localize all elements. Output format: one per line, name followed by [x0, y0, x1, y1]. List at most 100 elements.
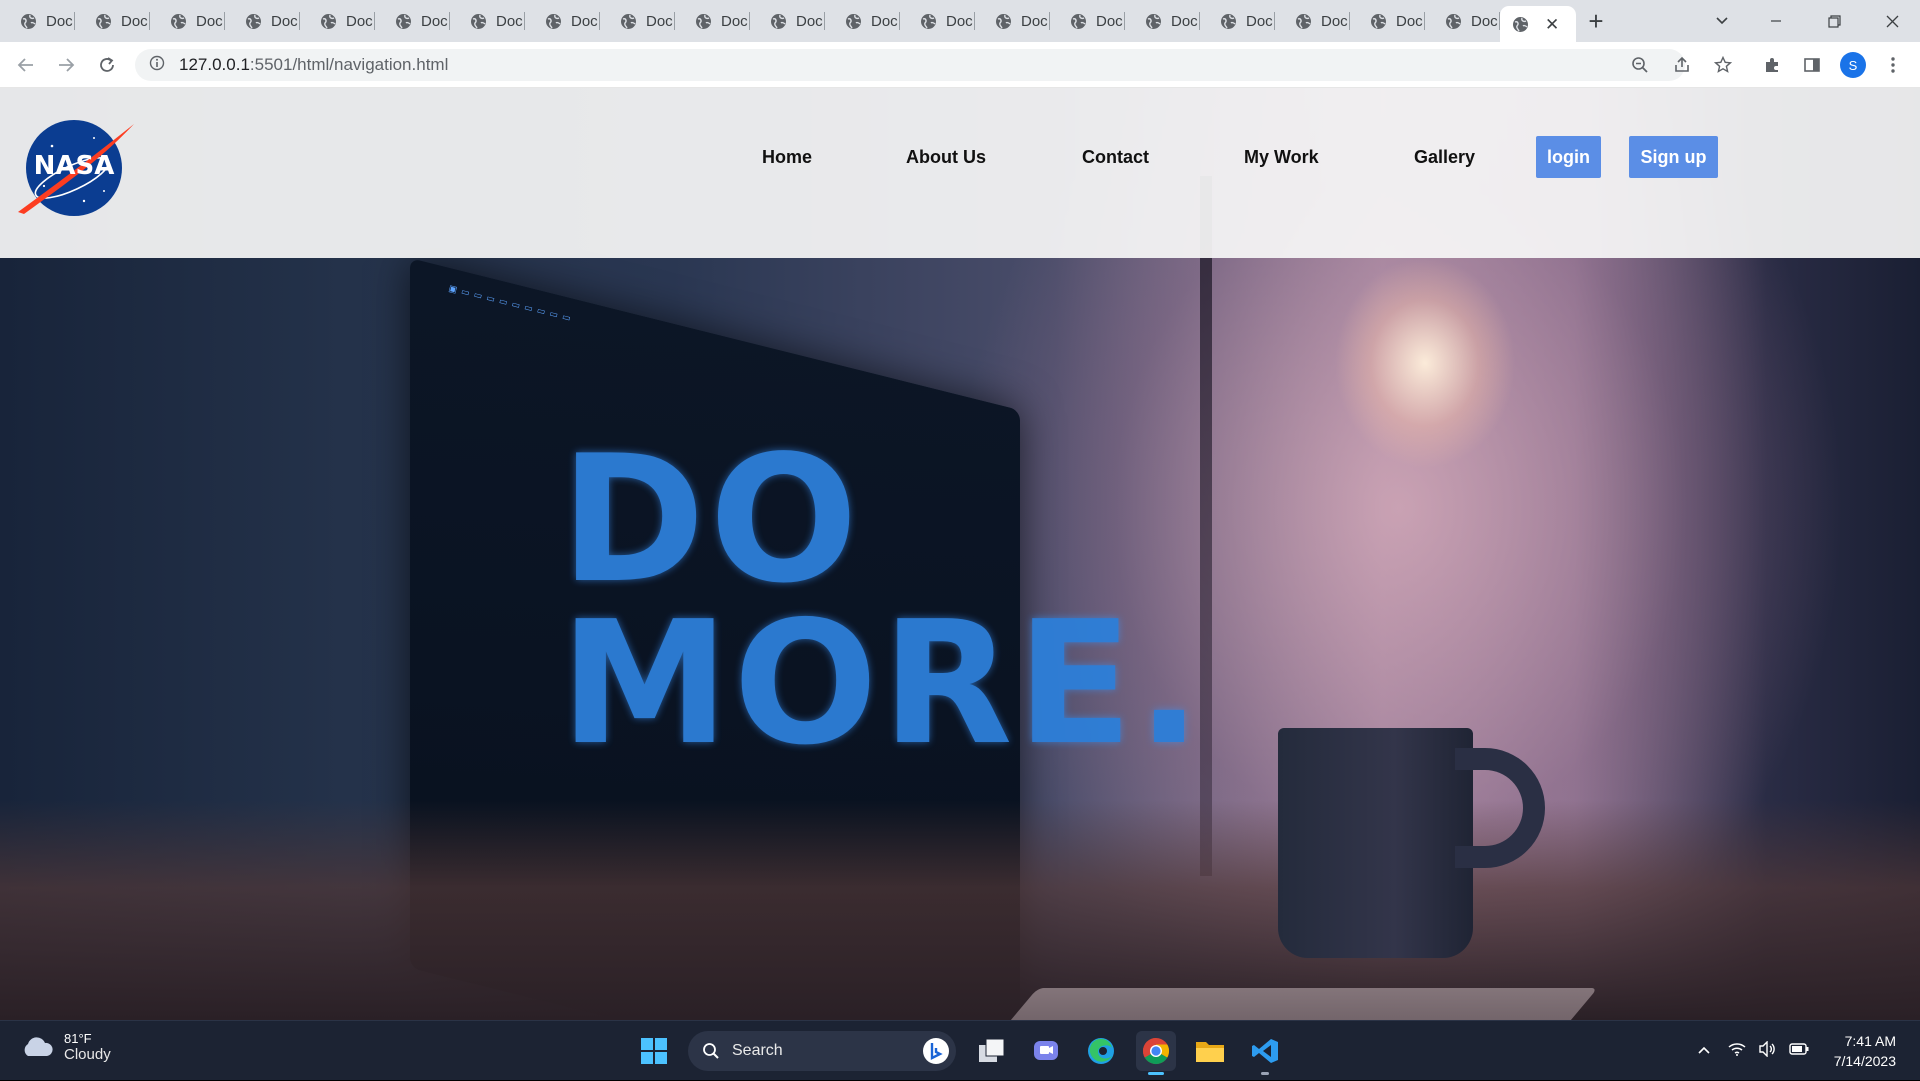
task-view-icon — [979, 1038, 1005, 1062]
taskbar-search[interactable]: Search — [688, 1031, 956, 1071]
logo-text: NASA — [34, 151, 115, 181]
site-header: NASA Home About Us Contact My Work Galle… — [0, 88, 1920, 258]
browser-tab[interactable]: Doc — [375, 0, 450, 42]
file-explorer-button[interactable] — [1190, 1031, 1230, 1071]
menu-icon[interactable] — [1873, 42, 1913, 88]
hero-desk — [0, 800, 1920, 1020]
teams-icon — [1034, 1041, 1058, 1060]
tab-search-icon[interactable] — [1702, 0, 1742, 42]
weather-widget[interactable]: 81°F Cloudy — [20, 1031, 111, 1063]
site-info-icon[interactable] — [135, 55, 179, 76]
weather-desc: Cloudy — [64, 1046, 111, 1063]
globe-icon — [1513, 16, 1528, 32]
back-button[interactable] — [6, 42, 46, 88]
zoom-icon[interactable] — [1620, 42, 1660, 88]
bookmark-star-icon[interactable] — [1703, 42, 1743, 88]
vscode-icon — [1252, 1039, 1278, 1063]
nav-link-about[interactable]: About Us — [906, 136, 986, 178]
restore-button[interactable] — [1810, 0, 1858, 42]
tab-title: Doc — [1471, 12, 1498, 30]
browser-tab-active[interactable]: ✕ — [1500, 6, 1576, 42]
nav-link-my-work[interactable]: My Work — [1244, 136, 1319, 178]
system-clock[interactable]: 7:41 AM 7/14/2023 — [1834, 1031, 1896, 1071]
browser-tab[interactable]: Doc — [525, 0, 600, 42]
url-path: :5501/html/navigation.html — [249, 55, 449, 74]
tab-title: Doc — [1171, 12, 1198, 30]
browser-tab[interactable]: Doc — [450, 0, 525, 42]
globe-icon — [471, 13, 486, 29]
address-toolbar: 127.0.0.1:5501/html/navigation.html S — [0, 42, 1920, 88]
nasa-logo[interactable]: NASA — [14, 116, 136, 219]
clock-date: 7/14/2023 — [1833, 1053, 1896, 1069]
browser-tab[interactable]: Doc — [225, 0, 300, 42]
profile-avatar[interactable]: S — [1833, 42, 1873, 88]
globe-icon — [96, 13, 111, 29]
globe-icon — [1371, 13, 1386, 29]
nav-link-contact[interactable]: Contact — [1082, 136, 1149, 178]
nav-link-gallery[interactable]: Gallery — [1414, 136, 1475, 178]
share-icon[interactable] — [1662, 42, 1702, 88]
forward-button[interactable] — [46, 42, 86, 88]
browser-tab[interactable]: Doc — [1350, 0, 1425, 42]
globe-icon — [1221, 13, 1236, 29]
show-hidden-icons-chevron-icon[interactable] — [1686, 1042, 1722, 1060]
battery-icon[interactable] — [1782, 1042, 1816, 1060]
volume-icon[interactable] — [1752, 1039, 1782, 1062]
browser-tab[interactable]: Doc — [300, 0, 375, 42]
side-panel-icon[interactable] — [1792, 42, 1832, 88]
tab-title: Doc — [571, 12, 598, 30]
tab-list: Doc Doc Doc Doc Doc Doc Doc Doc Doc Doc Doc Doc Doc D… — [0, 0, 1576, 42]
hero-mug — [1278, 728, 1473, 958]
hero-laptop-keyboard — [962, 988, 1598, 1020]
reload-button[interactable] — [87, 42, 127, 88]
minimize-button[interactable] — [1752, 0, 1800, 42]
start-button[interactable] — [634, 1031, 674, 1071]
browser-tab[interactable]: Doc — [1275, 0, 1350, 42]
edge-button[interactable] — [1081, 1031, 1121, 1071]
browser-tab[interactable]: Doc — [750, 0, 825, 42]
wifi-icon[interactable] — [1722, 1042, 1752, 1061]
new-tab-button[interactable]: + — [1576, 0, 1616, 42]
page-viewport: ▣ ▭ ▭ ▭ ▭ ▭ ▭ ▭ ▭ ▭ DO MORE. NASA Home A… — [0, 88, 1920, 1020]
tab-title: Doc — [421, 12, 448, 30]
chrome-button[interactable] — [1136, 1031, 1176, 1075]
browser-tab[interactable]: Doc — [150, 0, 225, 42]
hero-line-2: MORE. — [560, 585, 1206, 784]
browser-tab[interactable]: Doc — [75, 0, 150, 42]
browser-tab[interactable]: Doc — [825, 0, 900, 42]
folder-icon — [1196, 1042, 1224, 1062]
extensions-icon[interactable] — [1752, 42, 1792, 88]
bing-icon — [923, 1038, 949, 1064]
running-indicator — [1261, 1072, 1269, 1075]
close-window-button[interactable] — [1868, 0, 1916, 42]
browser-tab[interactable]: Doc — [1200, 0, 1275, 42]
browser-tab[interactable]: Doc — [0, 0, 75, 42]
browser-tab[interactable]: Doc — [1125, 0, 1200, 42]
browser-tab[interactable]: Doc — [900, 0, 975, 42]
browser-tab[interactable]: Doc — [600, 0, 675, 42]
omnibox[interactable]: 127.0.0.1:5501/html/navigation.html — [135, 49, 1685, 81]
signup-button[interactable]: Sign up — [1629, 136, 1718, 178]
browser-tab[interactable]: Doc — [975, 0, 1050, 42]
tab-title: Doc — [346, 12, 373, 30]
windows-icon — [641, 1038, 667, 1064]
tab-title: Doc — [196, 12, 223, 30]
search-icon — [703, 1043, 719, 1059]
chrome-icon — [1142, 1037, 1170, 1065]
globe-icon — [546, 13, 561, 29]
browser-tab[interactable]: Doc — [1425, 0, 1500, 42]
system-tray — [1686, 1021, 1816, 1081]
tab-title: Doc — [1246, 12, 1273, 30]
tab-title: Doc — [1321, 12, 1348, 30]
tab-title: Doc — [1021, 12, 1048, 30]
teams-chat-button[interactable] — [1026, 1031, 1066, 1071]
active-indicator — [1148, 1072, 1164, 1075]
vscode-button[interactable] — [1245, 1031, 1285, 1075]
cloud-icon — [24, 1037, 53, 1056]
browser-tab[interactable]: Doc — [1050, 0, 1125, 42]
close-tab-icon[interactable]: ✕ — [1545, 16, 1559, 33]
login-button[interactable]: login — [1536, 136, 1601, 178]
nav-link-home[interactable]: Home — [762, 136, 812, 178]
browser-tab[interactable]: Doc — [675, 0, 750, 42]
task-view-button[interactable] — [972, 1031, 1012, 1071]
